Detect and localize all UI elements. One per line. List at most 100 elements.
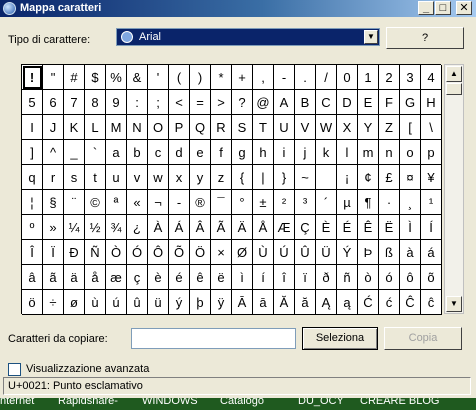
- char-cell[interactable]: O: [148, 115, 169, 140]
- char-cell[interactable]: À: [148, 215, 169, 240]
- char-cell[interactable]: ñ: [337, 265, 358, 290]
- char-cell[interactable]: Î: [22, 240, 43, 265]
- char-cell[interactable]: ĉ: [421, 290, 442, 315]
- char-cell[interactable]: °: [232, 190, 253, 215]
- char-cell[interactable]: Ă: [274, 290, 295, 315]
- char-cell[interactable]: {: [232, 165, 253, 190]
- char-cell[interactable]: p: [421, 140, 442, 165]
- char-cell[interactable]: r: [43, 165, 64, 190]
- char-cell[interactable]: ²: [274, 190, 295, 215]
- chevron-down-icon[interactable]: ▼: [364, 30, 378, 44]
- char-cell[interactable]: Í: [421, 215, 442, 240]
- char-cell[interactable]: j: [295, 140, 316, 165]
- char-cell[interactable]: ;: [148, 90, 169, 115]
- char-cell[interactable]: (: [169, 65, 190, 90]
- char-cell[interactable]: `: [85, 140, 106, 165]
- char-cell[interactable]: Ā: [232, 290, 253, 315]
- char-cell[interactable]: z: [211, 165, 232, 190]
- char-cell[interactable]: Þ: [358, 240, 379, 265]
- char-cell[interactable]: ¦: [22, 190, 43, 215]
- help-button[interactable]: ?: [386, 27, 464, 49]
- char-cell[interactable]: ô: [400, 265, 421, 290]
- char-cell[interactable]: ¬: [148, 190, 169, 215]
- char-cell[interactable]: ä: [64, 265, 85, 290]
- char-cell[interactable]: 5: [22, 90, 43, 115]
- char-cell[interactable]: 9: [106, 90, 127, 115]
- taskbar-item[interactable]: nternet: [0, 398, 34, 407]
- taskbar-item[interactable]: DU_OCY: [298, 398, 344, 407]
- char-cell[interactable]: ¹: [421, 190, 442, 215]
- char-cell[interactable]: ?: [232, 90, 253, 115]
- char-cell[interactable]: Ã: [211, 215, 232, 240]
- char-cell[interactable]: @: [253, 90, 274, 115]
- char-cell[interactable]: ,: [253, 65, 274, 90]
- char-cell[interactable]: M: [106, 115, 127, 140]
- char-cell[interactable]: ¸: [400, 190, 421, 215]
- char-cell[interactable]: £: [379, 165, 400, 190]
- char-cell[interactable]: ā: [253, 290, 274, 315]
- char-cell[interactable]: ³: [295, 190, 316, 215]
- advanced-view-label[interactable]: Visualizzazione avanzata: [26, 363, 149, 375]
- char-cell[interactable]: h: [253, 140, 274, 165]
- char-cell[interactable]: R: [211, 115, 232, 140]
- char-cell[interactable]: í: [253, 265, 274, 290]
- char-cell[interactable]: Ą: [316, 290, 337, 315]
- char-cell[interactable]: Ð: [64, 240, 85, 265]
- char-cell[interactable]: Ç: [295, 215, 316, 240]
- char-cell[interactable]: ': [148, 65, 169, 90]
- char-cell[interactable]: Æ: [274, 215, 295, 240]
- char-cell[interactable]: T: [253, 115, 274, 140]
- char-cell[interactable]: µ: [337, 190, 358, 215]
- taskbar-item[interactable]: Catalogo: [220, 398, 264, 407]
- char-cell[interactable]: E: [358, 90, 379, 115]
- char-cell[interactable]: É: [337, 215, 358, 240]
- char-cell[interactable]: ö: [22, 290, 43, 315]
- char-cell[interactable]: ~: [295, 165, 316, 190]
- char-cell[interactable]: D: [337, 90, 358, 115]
- char-cell[interactable]: A: [274, 90, 295, 115]
- char-cell[interactable]: é: [169, 265, 190, 290]
- char-cell[interactable]: k: [316, 140, 337, 165]
- char-cell[interactable]: Ü: [316, 240, 337, 265]
- char-cell[interactable]: Ó: [127, 240, 148, 265]
- taskbar-item[interactable]: CREARE BLOG: [360, 398, 439, 407]
- char-cell[interactable]: ¥: [421, 165, 442, 190]
- char-cell[interactable]: H: [421, 90, 442, 115]
- char-cell[interactable]: ï: [295, 265, 316, 290]
- char-cell[interactable]: %: [106, 65, 127, 90]
- char-cell[interactable]: ª: [106, 190, 127, 215]
- grid-scrollbar[interactable]: ▲ ▼: [444, 64, 464, 314]
- char-cell[interactable]: x: [169, 165, 190, 190]
- char-cell[interactable]: =: [190, 90, 211, 115]
- char-cell[interactable]: }: [274, 165, 295, 190]
- char-cell[interactable]: v: [127, 165, 148, 190]
- char-cell[interactable]: 3: [400, 65, 421, 90]
- char-cell[interactable]: <: [169, 90, 190, 115]
- char-cell[interactable]: è: [148, 265, 169, 290]
- char-cell[interactable]: W: [316, 115, 337, 140]
- char-cell[interactable]: /: [316, 65, 337, 90]
- char-cell[interactable]: ¢: [358, 165, 379, 190]
- char-cell[interactable]: K: [64, 115, 85, 140]
- char-cell[interactable]: L: [85, 115, 106, 140]
- char-cell[interactable]: -: [274, 65, 295, 90]
- char-cell[interactable]: ±: [253, 190, 274, 215]
- char-cell[interactable]: ù: [85, 290, 106, 315]
- char-cell[interactable]: Ì: [400, 215, 421, 240]
- char-cell[interactable]: 8: [85, 90, 106, 115]
- char-cell[interactable]: ¶: [358, 190, 379, 215]
- char-cell[interactable]: ø: [64, 290, 85, 315]
- char-cell[interactable]: Å: [253, 215, 274, 240]
- char-cell[interactable]: B: [295, 90, 316, 115]
- char-cell[interactable]: þ: [190, 290, 211, 315]
- char-cell[interactable]: ´: [316, 190, 337, 215]
- char-cell[interactable]: û: [127, 290, 148, 315]
- char-cell[interactable]: i: [274, 140, 295, 165]
- char-cell[interactable]: Z: [379, 115, 400, 140]
- char-cell[interactable]: Ø: [232, 240, 253, 265]
- char-cell[interactable]: ý: [169, 290, 190, 315]
- char-cell[interactable]: 0: [337, 65, 358, 90]
- char-cell[interactable]: ¡: [337, 165, 358, 190]
- char-cell[interactable]: w: [148, 165, 169, 190]
- char-cell[interactable]: F: [379, 90, 400, 115]
